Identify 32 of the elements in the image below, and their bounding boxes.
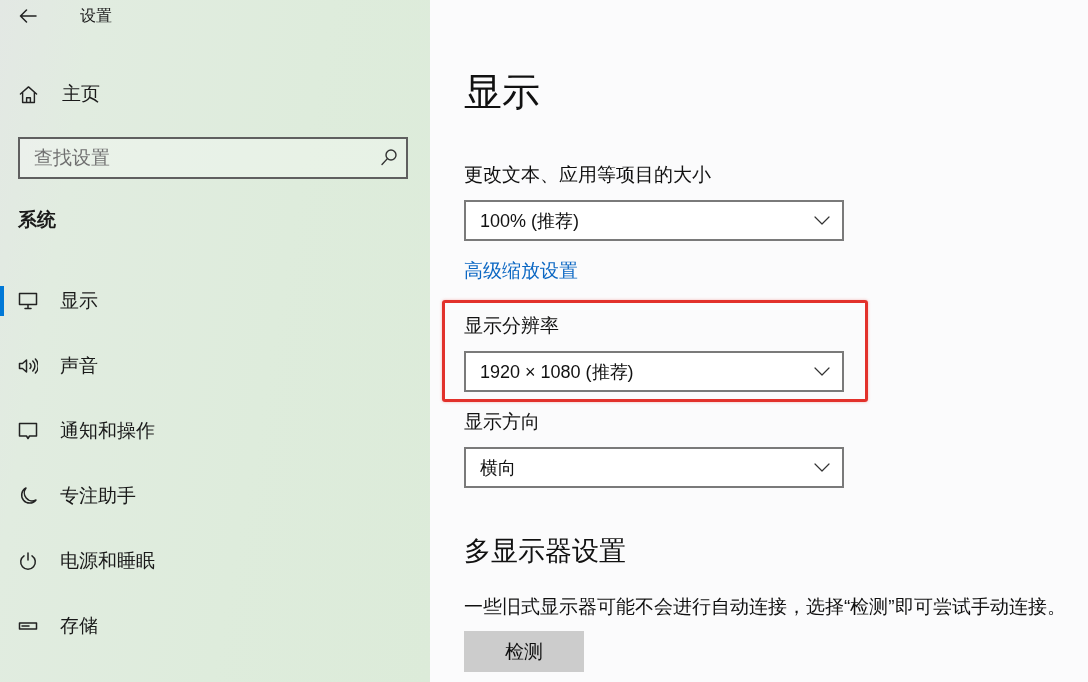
detect-button[interactable]: 检测 [464,631,584,672]
nav-item[interactable]: 通知和操作 [0,398,430,463]
chevron-down-icon [814,367,830,376]
description-text: 一些旧式显示器可能不会进行自动连接，选择“检测”即可尝试手动连接。 [464,595,1066,619]
back-arrow-icon [19,9,37,23]
setting-label: 显示方向 [464,410,540,434]
home-link[interactable]: 主页 [0,74,108,114]
dropdown[interactable]: 横向 [464,447,844,488]
speech-bubble-icon [18,421,38,440]
setting-label: 显示分辨率 [464,314,559,338]
nav-item[interactable]: 显示 [0,268,430,333]
monitor-icon [18,291,38,310]
setting-label: 更改文本、应用等项目的大小 [464,163,711,187]
dropdown[interactable]: 100% (推荐) [464,200,844,241]
page-title: 显示 [464,70,540,115]
moon-icon [18,486,38,505]
home-icon [19,84,38,104]
speaker-icon [18,356,38,375]
settings-link[interactable]: 高级缩放设置 [464,257,578,285]
window-title: 设置 [80,5,112,26]
search-field[interactable]: 查找设置 [18,137,408,179]
nav-item[interactable]: 存储 [0,593,430,658]
search-icon [381,149,397,166]
section-heading: 多显示器设置 [464,535,626,568]
nav-item[interactable]: 声音 [0,333,430,398]
dropdown[interactable]: 1920 × 1080 (推荐) [464,351,844,392]
nav-item[interactable]: 专注助手 [0,463,430,528]
power-icon [18,551,38,570]
chevron-down-icon [814,216,830,225]
chevron-down-icon [814,463,830,472]
nav-item[interactable]: 电源和睡眠 [0,528,430,593]
section-heading: 系统 [18,208,56,232]
